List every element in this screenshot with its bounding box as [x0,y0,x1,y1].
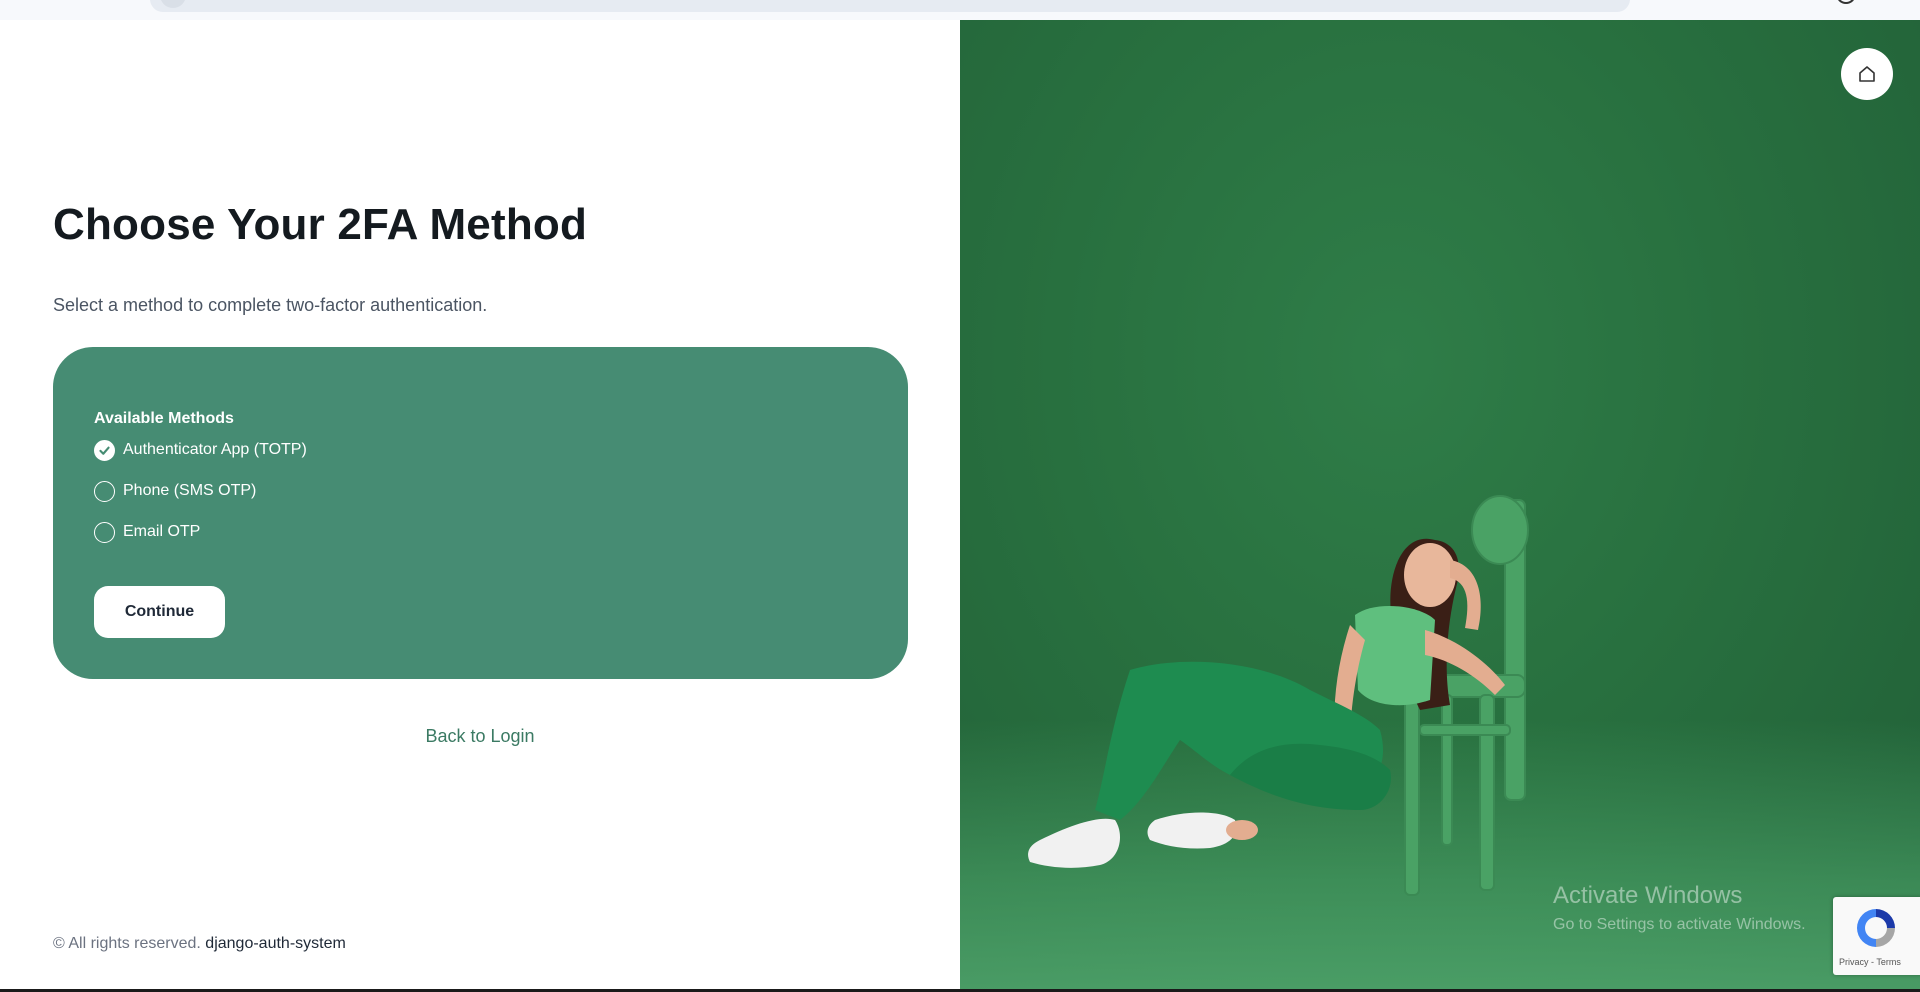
footer-copyright: © All rights reserved. [53,935,201,952]
page-title: Choose Your 2FA Method [53,200,588,249]
browser-toolbar [0,0,1920,20]
auth-form-panel: Choose Your 2FA Method Select a method t… [0,20,960,990]
recaptcha-icon [1857,909,1895,947]
footer: © All rights reserved. django-auth-syste… [53,935,346,953]
page-subtitle: Select a method to complete two-factor a… [53,295,488,315]
method-option-email[interactable]: Email OTP [94,520,200,544]
continue-button[interactable]: Continue [94,586,225,638]
watermark-subtitle: Go to Settings to activate Windows. [1553,916,1806,933]
method-option-totp[interactable]: Authenticator App (TOTP) [94,438,307,462]
windows-activation-watermark: Activate Windows Go to Settings to activ… [1553,882,1806,934]
method-label: Phone (SMS OTP) [123,482,257,499]
radio-unchecked-icon[interactable] [94,480,115,502]
method-label: Email OTP [123,523,201,540]
hero-image: Activate Windows Go to Settings to activ… [960,20,1920,990]
address-bar[interactable] [150,0,1630,12]
watermark-title: Activate Windows [1553,882,1743,909]
footer-brand: django-auth-system [205,935,346,952]
radio-unchecked-icon[interactable] [94,521,115,543]
back-to-login-link[interactable]: Back to Login [0,726,960,747]
recaptcha-links[interactable]: Privacy - Terms [1839,957,1901,967]
home-icon [1859,66,1875,82]
methods-heading: Available Methods [94,410,234,427]
radio-checked-icon[interactable] [94,439,115,461]
home-button[interactable] [1841,48,1893,100]
methods-card: Available Methods Authenticator App (TOT… [53,347,908,679]
method-label: Authenticator App (TOTP) [123,441,307,458]
recaptcha-badge[interactable]: Privacy - Terms [1833,897,1920,975]
method-option-sms[interactable]: Phone (SMS OTP) [94,479,256,503]
profile-icon[interactable] [1836,0,1856,4]
